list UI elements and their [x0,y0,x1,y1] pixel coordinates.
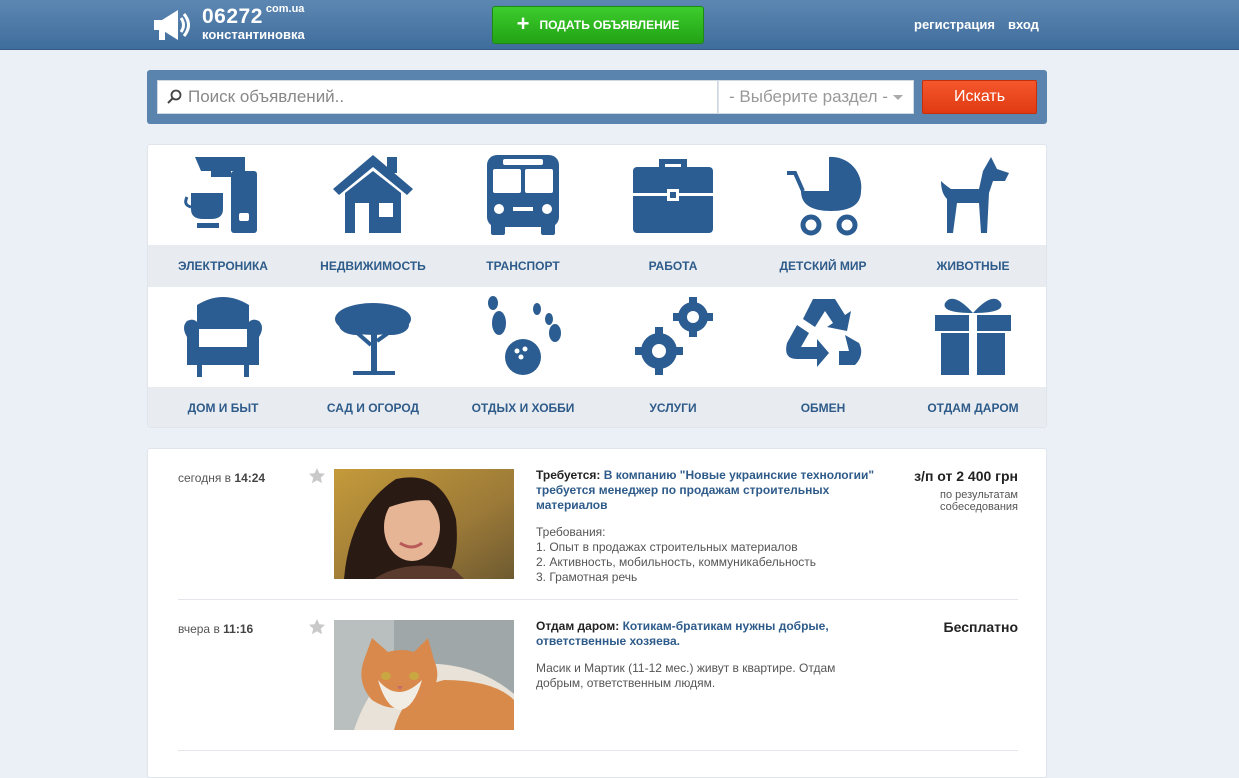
listing-item[interactable]: вчера в 11:16 Отдам даром: Котикам-брати… [178,600,1018,751]
bus-icon [487,155,559,235]
login-link[interactable]: вход [1008,17,1039,32]
category-label: САД И ОГОРОД [298,387,448,427]
gears-icon [635,297,713,375]
category-label: ЖИВОТНЫЕ [898,245,1046,287]
cat-photo-image [334,620,514,730]
category-hobby[interactable]: ОТДЫХ И ХОББИ [448,287,598,427]
search-icon [167,89,182,104]
chevron-down-icon [893,95,903,100]
listing-description: Масик и Мартик (11-12 мес.) живут в квар… [536,661,836,690]
category-jobs[interactable]: РАБОТА [598,145,748,287]
listing-price: з/п от 2 400 грн [914,468,1018,484]
category-kids[interactable]: ДЕТСКИЙ МИР [748,145,898,287]
search-button[interactable]: Искать [922,80,1037,114]
recycle-icon [786,299,862,367]
category-label: ОТДАМ ДАРОМ [898,387,1046,427]
listing-price-note: по результатам собеседования [940,489,1018,513]
top-bar: 06272 com.ua константиновка + ПОДАТЬ ОБЪЯ… [0,0,1239,50]
post-ad-label: ПОДАТЬ ОБЪЯВЛЕНИЕ [539,18,680,32]
site-logo[interactable]: 06272 com.ua константиновка [150,3,305,44]
section-select[interactable]: - Выберите раздел - [718,80,914,114]
category-garden[interactable]: САД И ОГОРОД [298,287,448,427]
listing-price: Бесплатно [943,619,1018,635]
logo-city: константиновка [202,27,305,42]
woman-photo-image [334,469,514,579]
listing-text: Требуется: В компанию "Новые украинские … [536,468,886,585]
logo-number: 06272 [202,5,263,28]
briefcase-icon [633,159,713,233]
bowling-icon [488,296,561,375]
gift-icon [935,298,1011,375]
category-real-estate[interactable]: НЕДВИЖИМОСТЬ [298,145,448,287]
listing-category: Требуется: [536,468,601,482]
listing-date: вчера в 11:16 [178,622,254,636]
listings-panel: сегодня в 14:24 Требуется: В компанию "Н… [147,448,1047,778]
categories-row: ДОМ И БЫТ САД И ОГОРОД ОТДЫХ И ХОББИ УСЛ… [148,287,1046,427]
category-services[interactable]: УСЛУГИ [598,287,748,427]
category-label: ЭЛЕКТРОНИКА [148,245,298,287]
category-label: РАБОТА [598,245,748,287]
category-home[interactable]: ДОМ И БЫТ [148,287,298,427]
listing-text: Отдам даром: Котикам-братикам нужны добр… [536,619,886,691]
dog-icon [941,157,1009,233]
star-icon[interactable] [308,467,326,485]
star-icon[interactable] [308,618,326,636]
house-icon [333,155,413,233]
category-animals[interactable]: ЖИВОТНЫЕ [898,145,1046,287]
category-exchange[interactable]: ОБМЕН [748,287,898,427]
category-transport[interactable]: ТРАНСПОРТ [448,145,598,287]
category-label: ОБМЕН [748,387,898,427]
category-giveaway[interactable]: ОТДАМ ДАРОМ [898,287,1046,427]
listing-date: сегодня в 14:24 [178,471,266,485]
listing-category: Отдам даром: [536,619,620,633]
megaphone-icon [154,10,190,40]
tree-icon [335,303,411,375]
listing-photo[interactable] [334,620,514,730]
search-input[interactable]: Поиск объявлений.. [157,80,718,114]
listing-photo[interactable] [334,469,514,579]
category-label: НЕДВИЖИМОСТЬ [298,245,448,287]
coffee-maker-icon [184,157,257,233]
register-link[interactable]: регистрация [914,17,995,32]
category-label: ОТДЫХ И ХОББИ [448,387,598,427]
categories-panel: ЭЛЕКТРОНИКА НЕДВИЖИМОСТЬ ТРАНСПОРТ РАБОТ… [147,144,1047,428]
stroller-icon [787,156,862,236]
category-label: УСЛУГИ [598,387,748,427]
category-electronics[interactable]: ЭЛЕКТРОНИКА [148,145,298,287]
search-bar: Поиск объявлений.. - Выберите раздел - И… [147,70,1047,124]
listing-item[interactable]: сегодня в 14:24 Требуется: В компанию "Н… [178,449,1018,600]
armchair-icon [184,297,262,377]
listing-description: Требования: 1. Опыт в продажах строитель… [536,525,817,584]
category-label: ТРАНСПОРТ [448,245,598,287]
logo-domain: com.ua [265,3,305,15]
category-label: ДЕТСКИЙ МИР [748,245,898,287]
category-label: ДОМ И БЫТ [148,387,298,427]
plus-icon: + [516,11,530,36]
categories-row: ЭЛЕКТРОНИКА НЕДВИЖИМОСТЬ ТРАНСПОРТ РАБОТ… [148,145,1046,287]
search-placeholder: Поиск объявлений.. [188,87,345,106]
post-ad-button[interactable]: + ПОДАТЬ ОБЪЯВЛЕНИЕ [492,6,704,44]
section-select-value: - Выберите раздел - [729,87,888,106]
